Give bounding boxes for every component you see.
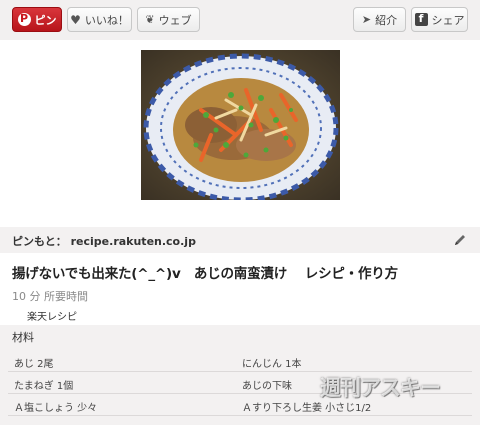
ingredients-heading: 材料 [12,331,34,344]
send-icon: ➤ [361,13,372,26]
ingredient-item: Ａ塩こしょう 少々 [14,403,98,414]
recipe-photo-image [141,50,340,200]
like-label: いいね！ [84,13,129,27]
leaf-icon: ❦ [145,13,155,26]
share-label: シェア [431,13,465,27]
recipe-photo[interactable] [141,50,340,200]
ingredient-item: あじ 2尾 [14,359,54,370]
ingredient-item: たまねぎ 1個 [14,381,74,392]
ingredient-item: にんじん 1本 [242,359,302,370]
ingredient-item: あじの下味 [242,381,292,392]
pin-button[interactable]: P ピン [12,7,62,32]
pin-source-prefix: ピンもと： [12,235,67,248]
top-toolbar: P ピン ♥ いいね！ ❦ ウェブ ➤ 紹介 f シェア [0,0,480,40]
row-divider [8,415,472,416]
share-intro-label: 紹介 [375,13,398,27]
recipe-title[interactable]: 揚げないでも出来た(^_^)v あじの南蛮漬け レシピ・作り方 [12,262,472,282]
like-button[interactable]: ♥ いいね！ [67,7,132,32]
pencil-edit-icon[interactable] [452,232,468,248]
pinterest-icon: P [17,13,31,26]
cook-time: 10 分 所要時間 [12,290,88,303]
publisher-watermark: 週刊アスキー [320,376,441,400]
ingredient-row: あじ 2尾 にんじん 1本 [0,350,480,372]
pin-label: ピン [34,13,57,27]
share-intro-button[interactable]: ➤ 紹介 [353,7,406,32]
pin-source-bar: ピンもと： recipe.rakuten.co.jp [0,227,480,253]
source-site-name[interactable]: 楽天レシピ [27,308,77,323]
pin-source[interactable]: ピンもと： recipe.rakuten.co.jp [12,233,196,249]
web-button[interactable]: ❦ ウェブ [137,7,200,32]
web-label: ウェブ [158,13,192,27]
heart-icon: ♥ [70,12,81,27]
facebook-icon: f [414,13,428,26]
facebook-share-button[interactable]: f シェア [411,7,468,32]
pin-source-domain[interactable]: recipe.rakuten.co.jp [71,235,196,248]
